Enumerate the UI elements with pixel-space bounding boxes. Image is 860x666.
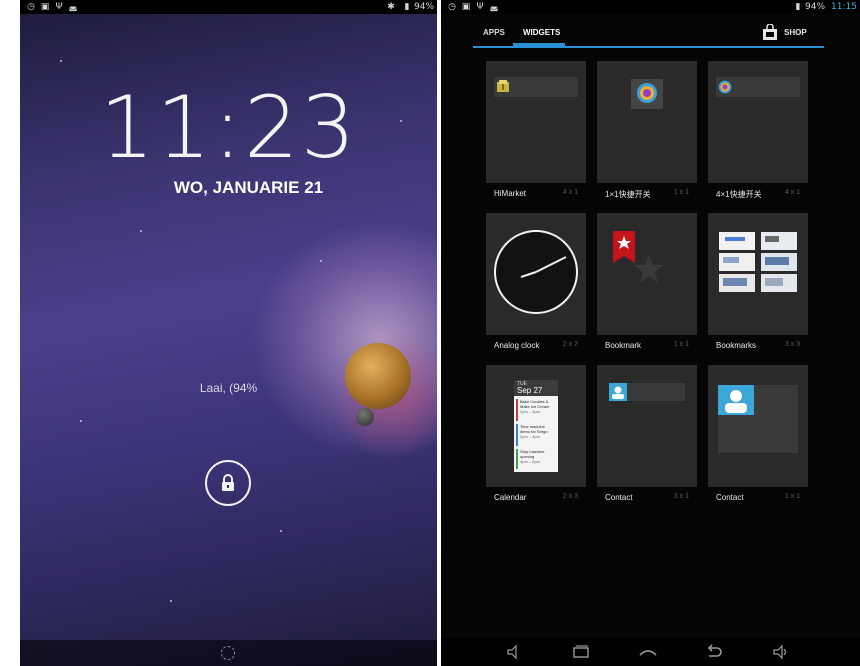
planet-wallpaper (345, 343, 411, 409)
widget-picker: ◷ ▣ Ψ ◛ ▮ 94% 11:15 APPS WIDGETS SHOP Hi… (441, 0, 860, 666)
battery-percent: 94% (805, 2, 826, 12)
calendar-event: Time machine demo for Sergo 2pm – 4pm (516, 424, 556, 446)
widget-size: 1 x 1 (784, 493, 800, 500)
calendar-event: Bake Cookies & Make Ice Cream 2pm – 4pm (516, 399, 556, 421)
contact-icon (718, 385, 754, 415)
status-bar: ◷ ▣ Ψ ◛ ▮ 94% 11:15 (441, 0, 860, 14)
widget-size: 2 x 3 (562, 493, 578, 500)
widget-contact-3x1[interactable]: Contact 3 x 1 (597, 365, 697, 505)
volume-up-icon[interactable] (771, 642, 791, 662)
star (320, 260, 322, 262)
usb-icon: Ψ (476, 2, 484, 12)
loading-indicator-icon (221, 646, 235, 660)
widget-1x1-quick-switch[interactable]: 1×1快捷开关 1 x 1 (597, 61, 697, 201)
widget-preview (597, 61, 697, 183)
star (140, 230, 142, 232)
status-bar: ◷ ▣ Ψ ◛ ✱ ▮ 94% (20, 0, 437, 14)
tab-widgets[interactable]: WIDGETS (523, 28, 560, 37)
screenshot-icon: ▣ (461, 2, 471, 12)
bookmark-icon (613, 231, 664, 283)
widget-name: Calendar (494, 493, 527, 502)
battery-percent: 94% (414, 2, 435, 12)
shopping-bag-icon (763, 24, 777, 40)
widget-name: 4×1快捷开关 (716, 190, 762, 199)
navigation-bar (20, 640, 437, 666)
clock-icon: ◷ (448, 2, 456, 12)
usb-icon: Ψ (55, 2, 63, 12)
moon-wallpaper (356, 408, 374, 426)
gamepad-icon: ◛ (489, 2, 499, 12)
home-icon[interactable] (638, 642, 658, 662)
bluetooth-icon: ✱ (387, 2, 395, 12)
gamepad-icon: ◛ (68, 2, 78, 12)
star (60, 60, 62, 62)
himarket-icon (497, 80, 509, 92)
star (170, 600, 172, 602)
calendar-date: Sep 27 (517, 386, 543, 395)
shop-button[interactable]: SHOP (762, 24, 822, 42)
shop-label: SHOP (784, 28, 807, 37)
star (280, 530, 282, 532)
widget-preview (486, 61, 586, 183)
back-icon[interactable] (704, 642, 724, 662)
widget-size: 2 x 2 (562, 341, 578, 348)
navigation-bar (441, 638, 860, 666)
lock-clock: 11:23 (99, 78, 358, 178)
widget-preview (597, 213, 697, 335)
battery-icon: ▮ (795, 2, 801, 12)
widget-4x1-quick-switch[interactable]: 4×1快捷开关 4 x 1 (708, 61, 808, 201)
widget-preview (486, 213, 586, 335)
unlock-handle[interactable] (205, 460, 251, 506)
widget-preview: TUE Sep 27 Bake Cookies & Make Ice Cream… (486, 365, 586, 487)
widget-preview (708, 365, 808, 487)
analog-clock-icon (494, 230, 578, 314)
star (80, 420, 82, 422)
widget-preview (708, 213, 808, 335)
widget-calendar[interactable]: TUE Sep 27 Bake Cookies & Make Ice Cream… (486, 365, 586, 505)
bookmarks-grid-icon (719, 232, 797, 292)
contact-icon (609, 383, 627, 401)
widget-name: Bookmark (605, 341, 642, 350)
widget-size: 1 x 1 (673, 189, 689, 196)
tab-apps[interactable]: APPS (483, 28, 505, 37)
quick-switch-icon (718, 80, 732, 94)
widget-preview (708, 61, 808, 183)
lock-screen: ◷ ▣ Ψ ◛ ✱ ▮ 94% 11:23 WO, JANUARIE 21 La… (20, 0, 437, 666)
widget-size: 4 x 1 (562, 189, 578, 196)
active-tab-indicator (513, 43, 565, 46)
widget-size: 3 x 1 (673, 493, 689, 500)
widget-bookmarks[interactable]: Bookmarks 3 x 3 (708, 213, 808, 353)
widget-name: Contact (716, 493, 744, 502)
screenshot-icon: ▣ (40, 2, 50, 12)
widget-preview (597, 365, 697, 487)
widget-size: 1 x 1 (673, 341, 689, 348)
calendar-event: Stop machine opening 4pm – 5pm (516, 449, 556, 469)
widget-himarket[interactable]: HiMarket 4 x 1 (486, 61, 586, 201)
status-time: 11:15 (831, 2, 857, 12)
widget-size: 4 x 1 (784, 189, 800, 196)
widget-name: Contact (605, 493, 633, 502)
widget-name: Analog clock (494, 341, 540, 350)
widget-bookmark[interactable]: Bookmark 1 x 1 (597, 213, 697, 353)
widget-name: HiMarket (494, 189, 527, 198)
volume-down-icon[interactable] (505, 642, 525, 662)
widget-name: Bookmarks (716, 341, 757, 350)
quick-switch-icon (637, 83, 657, 103)
widget-name: 1×1快捷开关 (605, 190, 651, 199)
widget-size: 3 x 3 (784, 341, 800, 348)
calendar-preview: TUE Sep 27 Bake Cookies & Make Ice Cream… (514, 380, 558, 472)
recent-apps-icon[interactable] (571, 642, 591, 662)
battery-icon: ▮ (404, 2, 410, 12)
widget-contact-1x1[interactable]: Contact 1 x 1 (708, 365, 808, 505)
charging-status: Laai, (94% (199, 381, 258, 395)
lock-date: WO, JANUARIE 21 (173, 178, 324, 197)
clock-icon: ◷ (27, 2, 35, 12)
widget-analog-clock[interactable]: Analog clock 2 x 2 (486, 213, 586, 353)
lock-icon (222, 474, 234, 491)
